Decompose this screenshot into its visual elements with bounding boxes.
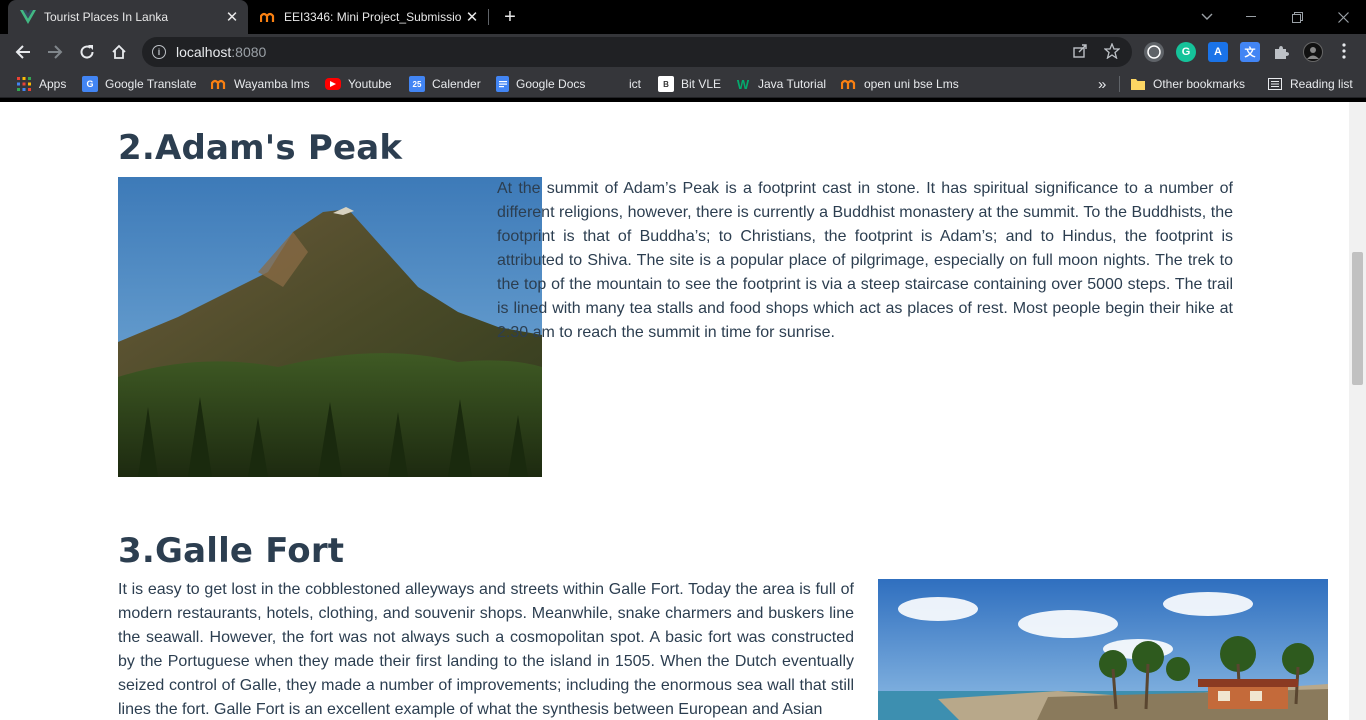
blank-icon — [606, 76, 622, 92]
bookmark-google-docs[interactable]: Google Docs — [496, 74, 585, 94]
restore-button[interactable] — [1274, 0, 1320, 34]
bookmark-label: Apps — [39, 77, 67, 91]
calendar-icon: 25 — [409, 76, 425, 92]
moodle-icon — [841, 76, 857, 92]
reading-list-icon — [1267, 76, 1283, 92]
back-button[interactable] — [9, 38, 37, 66]
bookmarks-bar: Apps G Google Translate Wayamba lms Yout… — [0, 70, 1366, 98]
bookmark-open-uni-bse-lms[interactable]: open uni bse Lms — [841, 74, 959, 94]
bookmark-label: Bit VLE — [681, 77, 722, 91]
vue-icon — [20, 9, 36, 25]
close-tab-icon[interactable]: ✕ — [222, 7, 242, 27]
bitvle-icon: B — [658, 76, 674, 92]
adams-peak-image — [118, 177, 542, 477]
tab-search-icon[interactable] — [1184, 0, 1230, 34]
tab-title: Tourist Places In Lanka — [44, 10, 169, 24]
address-bar[interactable]: i localhost:8080 — [142, 37, 1132, 67]
moodle-icon — [260, 9, 276, 25]
tab-mini-project[interactable]: EEI3346: Mini Project_Submission ✕ — [250, 0, 488, 34]
extension-a-icon[interactable]: A — [1208, 42, 1228, 62]
bookmark-wayamba-lms[interactable]: Wayamba lms — [211, 74, 310, 94]
bookmark-google-translate[interactable]: G Google Translate — [82, 74, 196, 94]
home-button[interactable] — [105, 38, 133, 66]
reading-list-button[interactable]: Reading list — [1267, 74, 1353, 94]
bookmark-label: Wayamba lms — [234, 77, 310, 91]
bookmark-label: Google Docs — [516, 77, 586, 91]
url-text: localhost:8080 — [176, 44, 267, 60]
section-title-galle-fort: 3.Galle Fort — [118, 531, 345, 571]
menu-kebab-icon[interactable] — [1334, 41, 1354, 61]
youtube-icon — [325, 78, 341, 90]
bookmark-label: Java Tutorial — [758, 77, 827, 91]
bookmark-calender[interactable]: 25 Calender — [409, 74, 481, 94]
google-translate-icon: G — [82, 76, 98, 92]
bookmark-label: ict — [629, 77, 641, 91]
scrollbar-thumb[interactable] — [1352, 252, 1363, 385]
extension-icon[interactable] — [1144, 42, 1164, 62]
bookmark-apps[interactable]: Apps — [16, 74, 66, 94]
profile-avatar[interactable] — [1303, 42, 1323, 62]
page-scrollbar[interactable] — [1349, 102, 1366, 720]
section-title-adams-peak: 2.Adam's Peak — [118, 128, 403, 168]
google-translate-extension-icon[interactable]: 文 — [1240, 42, 1260, 62]
adams-peak-description: At the summit of Adam’s Peak is a footpr… — [497, 180, 1233, 341]
new-tab-button[interactable]: + — [498, 5, 522, 29]
other-bookmarks-folder[interactable]: Other bookmarks — [1130, 74, 1245, 94]
tab-title: EEI3346: Mini Project_Submission — [284, 10, 462, 24]
apps-grid-icon — [16, 76, 32, 92]
forward-button[interactable] — [41, 38, 69, 66]
bookmark-label: Reading list — [1290, 77, 1353, 91]
google-docs-icon — [496, 76, 509, 92]
extensions-puzzle-icon[interactable] — [1271, 42, 1291, 62]
tab-separator — [488, 9, 489, 25]
bookmark-java-tutorial[interactable]: W Java Tutorial — [735, 74, 826, 94]
tab-strip: Tourist Places In Lanka ✕ EEI3346: Mini … — [0, 0, 1366, 34]
bookmarks-overflow-button[interactable]: » — [1098, 74, 1106, 94]
folder-icon — [1130, 76, 1146, 92]
bookmark-label: Google Translate — [105, 77, 197, 91]
w3-icon: W — [736, 76, 750, 92]
minimize-button[interactable] — [1228, 0, 1274, 34]
bookmark-label: Calender — [432, 77, 481, 91]
bookmark-ict[interactable]: ict — [606, 74, 641, 94]
bookmark-label: Youtube — [348, 77, 392, 91]
site-info-icon[interactable]: i — [152, 45, 166, 59]
page-viewport: 2.Adam's Peak At the summit of Adam’s Pe… — [0, 102, 1366, 720]
bookmark-star-icon[interactable] — [1102, 41, 1122, 61]
galle-fort-description: It is easy to get lost in the cobbleston… — [118, 581, 854, 718]
bookmark-label: open uni bse Lms — [864, 77, 959, 91]
close-window-button[interactable] — [1320, 0, 1366, 34]
moodle-icon — [211, 76, 227, 92]
bookmark-bit-vle[interactable]: B Bit VLE — [658, 74, 721, 94]
bookmark-label: Other bookmarks — [1153, 77, 1246, 91]
bookmark-youtube[interactable]: Youtube — [325, 74, 392, 94]
reload-button[interactable] — [73, 38, 101, 66]
share-icon[interactable] — [1070, 41, 1090, 61]
grammarly-icon[interactable]: G — [1176, 42, 1196, 62]
galle-fort-image — [878, 579, 1328, 720]
bookmarks-separator — [1119, 76, 1120, 92]
overflow-chevron-icon: » — [1098, 75, 1107, 93]
browser-toolbar: i localhost:8080 G A 文 — [0, 34, 1366, 70]
tab-tourist-places[interactable]: Tourist Places In Lanka ✕ — [8, 0, 248, 34]
close-tab-icon[interactable]: ✕ — [462, 7, 482, 27]
